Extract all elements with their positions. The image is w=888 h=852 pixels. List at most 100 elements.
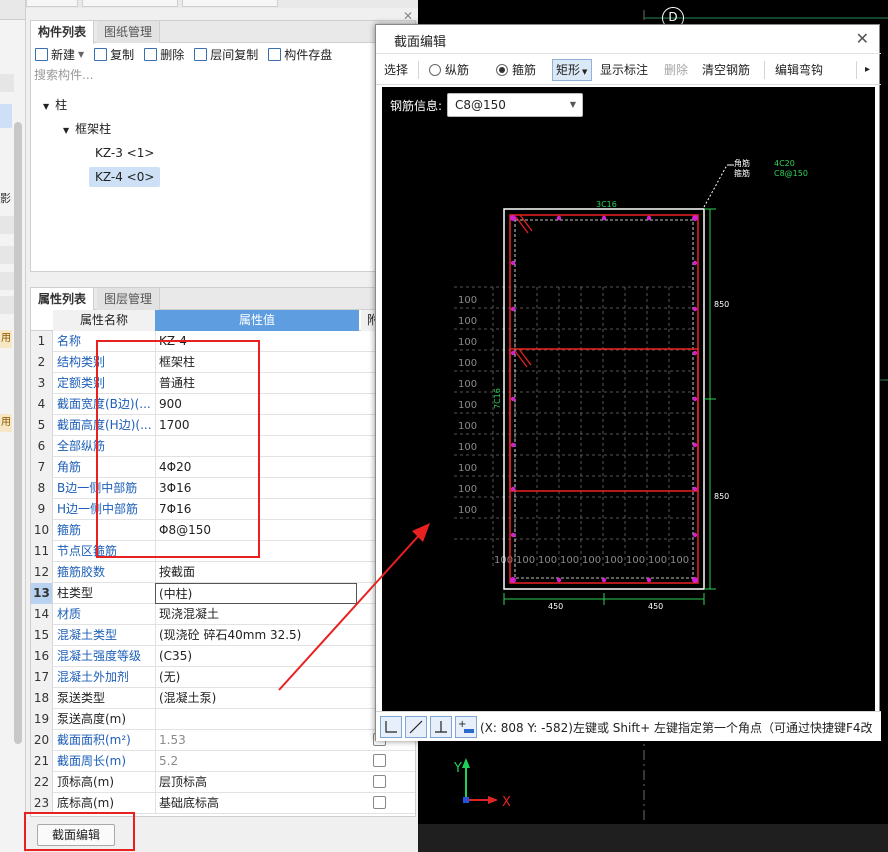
attach-checkbox[interactable] xyxy=(373,775,386,788)
property-row[interactable]: 3 定额类别 普通柱 xyxy=(31,373,415,394)
floor-copy-button[interactable]: 层间复制 xyxy=(194,46,258,63)
property-value[interactable]: 7Φ16 xyxy=(155,499,357,520)
property-row[interactable]: 2 结构类别 框架柱 xyxy=(31,352,415,373)
property-value[interactable]: (无) xyxy=(155,667,357,688)
property-value[interactable]: 1.53 xyxy=(155,730,357,751)
property-row[interactable]: 5 截面高度(H边)(... 1700 xyxy=(31,415,415,436)
select-button[interactable]: 选择 xyxy=(384,61,408,79)
property-row[interactable]: 14 材质 现浇混凝土 xyxy=(31,604,415,625)
left-scrollbar[interactable] xyxy=(14,122,22,744)
property-value[interactable]: 5.2 xyxy=(155,751,357,772)
tree-node-frame-column[interactable]: ▼ 框架柱 xyxy=(63,119,111,139)
tree-item-kz4[interactable]: KZ-4 <0> xyxy=(89,167,161,187)
left-selected-cell[interactable] xyxy=(0,104,12,128)
save-component-button[interactable]: 构件存盘 xyxy=(268,46,332,63)
top-tab[interactable] xyxy=(26,0,78,7)
property-value[interactable]: Φ8@150 xyxy=(155,520,357,541)
delete-button[interactable]: 删除 xyxy=(144,46,184,63)
copy-button[interactable]: 复制 xyxy=(94,46,134,63)
property-row[interactable]: 17 混凝土外加剂 (无) xyxy=(31,667,415,688)
property-value[interactable]: (C35) xyxy=(155,646,357,667)
property-row[interactable]: 15 混凝土类型 (现浇砼 碎石40mm 32.5) xyxy=(31,625,415,646)
property-row[interactable]: 8 B边一侧中部筋 3Φ16 xyxy=(31,478,415,499)
property-value[interactable]: 现浇混凝土 xyxy=(155,604,357,625)
new-button[interactable]: 新建 ▼ xyxy=(35,46,84,63)
property-value[interactable]: 基础底标高 xyxy=(155,793,357,814)
property-row[interactable]: 7 角筋 4Φ20 xyxy=(31,457,415,478)
left-cell[interactable] xyxy=(0,246,14,264)
tab-component-list[interactable]: 构件列表 xyxy=(31,21,95,44)
edit-hook-button[interactable]: 编辑弯钩 xyxy=(775,61,823,79)
more-icon[interactable]: ▸ xyxy=(865,61,870,79)
perpendicular-icon[interactable] xyxy=(430,716,452,738)
clear-rebar-button[interactable]: 清空钢筋 xyxy=(702,61,750,79)
property-value[interactable]: 层顶标高 xyxy=(155,772,357,793)
attach-checkbox[interactable] xyxy=(373,754,386,767)
tab-layer-management[interactable]: 图层管理 xyxy=(97,288,161,310)
property-row[interactable]: 12 箍筋胶数 按截面 xyxy=(31,562,415,583)
tab-property-list[interactable]: 属性列表 xyxy=(31,288,95,311)
delete-button[interactable]: 删除 xyxy=(664,61,688,79)
property-row[interactable]: 4 截面宽度(B边)(... 900 xyxy=(31,394,415,415)
radio-checked-icon[interactable] xyxy=(496,64,508,76)
left-cell[interactable] xyxy=(0,74,14,92)
shape-dropdown[interactable]: 矩形 ▼ xyxy=(552,59,592,81)
save-icon xyxy=(268,47,282,61)
snap-line-icon[interactable] xyxy=(405,716,427,738)
chevron-down-icon[interactable]: ▼ xyxy=(78,50,84,59)
tree-node-column[interactable]: ▼ 柱 xyxy=(43,95,67,115)
left-cell[interactable] xyxy=(0,296,14,314)
show-label-button[interactable]: 显示标注 xyxy=(600,61,648,79)
left-cell[interactable] xyxy=(0,272,14,290)
radio-icon[interactable] xyxy=(429,64,441,76)
top-tab[interactable] xyxy=(182,0,278,7)
property-row[interactable]: 19 泵送高度(m) xyxy=(31,709,415,730)
longitudinal-radio[interactable]: 纵筋 xyxy=(429,61,469,79)
property-value[interactable] xyxy=(155,436,357,457)
row-number: 2 xyxy=(31,352,53,373)
property-value[interactable]: 4Φ20 xyxy=(155,457,357,478)
property-value[interactable]: KZ-4 xyxy=(155,331,357,352)
property-row[interactable]: 23 底标高(m) 基础底标高 xyxy=(31,793,415,814)
property-row[interactable]: 21 截面周长(m) 5.2 xyxy=(31,751,415,772)
property-row[interactable]: 11 节点区箍筋 xyxy=(31,541,415,562)
property-row[interactable]: 20 截面面积(m²) 1.53 xyxy=(31,730,415,751)
property-row[interactable]: 13 柱类型 (中柱) xyxy=(31,583,415,604)
property-row[interactable]: 10 箍筋 Φ8@150 xyxy=(31,520,415,541)
property-value[interactable] xyxy=(155,541,357,562)
section-canvas[interactable]: 钢筋信息: C8@150 ▼ 100 100 100 100 100 100 1… xyxy=(382,87,875,711)
stirrup-radio[interactable]: 箍筋 xyxy=(496,61,536,79)
attach-checkbox[interactable] xyxy=(373,796,386,809)
property-value[interactable]: (混凝土泵) xyxy=(155,688,357,709)
close-icon[interactable]: ✕ xyxy=(856,29,869,48)
property-value[interactable]: 普通柱 xyxy=(155,373,357,394)
collapse-icon[interactable]: ▼ xyxy=(43,102,49,111)
orthogonal-icon[interactable] xyxy=(380,716,402,738)
property-row[interactable]: 16 混凝土强度等级 (C35) xyxy=(31,646,415,667)
property-value[interactable]: 3Φ16 xyxy=(155,478,357,499)
section-drawing: 100 100 100 100 100 100 100 100 100 100 … xyxy=(454,158,808,611)
copy-icon xyxy=(94,47,108,61)
search-input[interactable]: 搜索构件... xyxy=(31,65,415,85)
collapse-icon[interactable]: ▼ xyxy=(63,126,69,135)
property-row[interactable]: 22 顶标高(m) 层顶标高 xyxy=(31,772,415,793)
offset-icon[interactable]: + xyxy=(455,716,477,738)
property-value[interactable]: 按截面 xyxy=(155,562,357,583)
tree-item-kz3[interactable]: KZ-3 <1> xyxy=(95,143,154,163)
property-row[interactable]: 9 H边一侧中部筋 7Φ16 xyxy=(31,499,415,520)
top-tab[interactable] xyxy=(82,0,178,7)
property-name: 混凝土强度等级 xyxy=(57,649,142,663)
property-row[interactable]: 6 全部纵筋 xyxy=(31,436,415,457)
close-icon[interactable]: ✕ xyxy=(403,9,413,23)
section-edit-button[interactable]: 截面编辑 xyxy=(37,824,115,846)
property-row[interactable]: 1 名称 KZ-4 xyxy=(31,331,415,352)
property-value[interactable]: 框架柱 xyxy=(155,352,357,373)
property-row[interactable]: 18 泵送类型 (混凝土泵) xyxy=(31,688,415,709)
left-cell[interactable] xyxy=(0,216,14,234)
property-value[interactable] xyxy=(155,709,357,730)
property-value[interactable]: 1700 xyxy=(155,415,357,436)
property-value[interactable]: 900 xyxy=(155,394,357,415)
tab-drawing-management[interactable]: 图纸管理 xyxy=(97,21,161,43)
property-value[interactable]: (现浇砼 碎石40mm 32.5) xyxy=(155,625,357,646)
property-value[interactable]: (中柱) xyxy=(155,583,357,604)
